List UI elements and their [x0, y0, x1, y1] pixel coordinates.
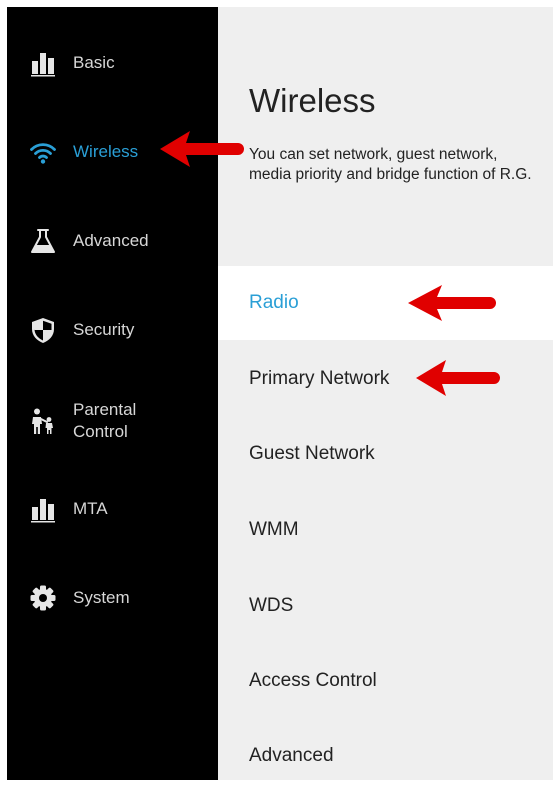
- submenu-item-wmm[interactable]: WMM: [218, 493, 553, 567]
- submenu-item-label: Radio: [249, 292, 299, 313]
- page-title: Wireless: [249, 82, 376, 119]
- annotation-arrow-radio: [408, 285, 496, 321]
- submenu-item-label: WMM: [249, 519, 299, 540]
- submenu-item-label: Advanced: [249, 745, 334, 766]
- submenu-item-access-control[interactable]: Access Control: [218, 644, 553, 718]
- sidebar-item-label: System: [73, 588, 130, 607]
- submenu-item-wds[interactable]: WDS: [218, 569, 553, 643]
- submenu-item-guest-network[interactable]: Guest Network: [218, 417, 553, 491]
- bar-chart-icon: [31, 499, 55, 523]
- sidebar-item-label: MTA: [73, 499, 108, 518]
- page-description: You can set network, guest network, medi…: [249, 146, 532, 183]
- annotation-arrow-wireless: [160, 131, 244, 167]
- sidebar-item-label: Advanced: [73, 231, 149, 250]
- submenu-item-label: Primary Network: [249, 368, 390, 389]
- submenu-item-advanced[interactable]: Advanced: [218, 719, 553, 793]
- sidebar-item-label: Parental Control: [73, 400, 137, 441]
- gear-icon: [30, 585, 56, 611]
- submenu-item-label: WDS: [249, 595, 294, 616]
- family-icon: [32, 408, 53, 434]
- annotation-arrow-primary-network: [416, 360, 500, 396]
- sidebar: Basic Wireless Advanced Security Parenta…: [7, 7, 218, 780]
- bar-chart-icon: [31, 53, 55, 77]
- flask-icon: [31, 229, 55, 253]
- submenu-item-label: Guest Network: [249, 443, 375, 464]
- submenu-item-label: Access Control: [249, 670, 377, 691]
- submenu-item-radio[interactable]: Radio: [218, 266, 553, 340]
- sidebar-item-label: Wireless: [73, 142, 139, 161]
- submenu-item-primary-network[interactable]: Primary Network: [218, 342, 553, 416]
- sidebar-item-label: Security: [73, 320, 135, 339]
- shield-icon: [32, 318, 54, 343]
- main-content: Wireless You can set network, guest netw…: [218, 7, 553, 780]
- sidebar-item-label: Basic: [73, 53, 115, 72]
- wifi-icon: [30, 143, 56, 164]
